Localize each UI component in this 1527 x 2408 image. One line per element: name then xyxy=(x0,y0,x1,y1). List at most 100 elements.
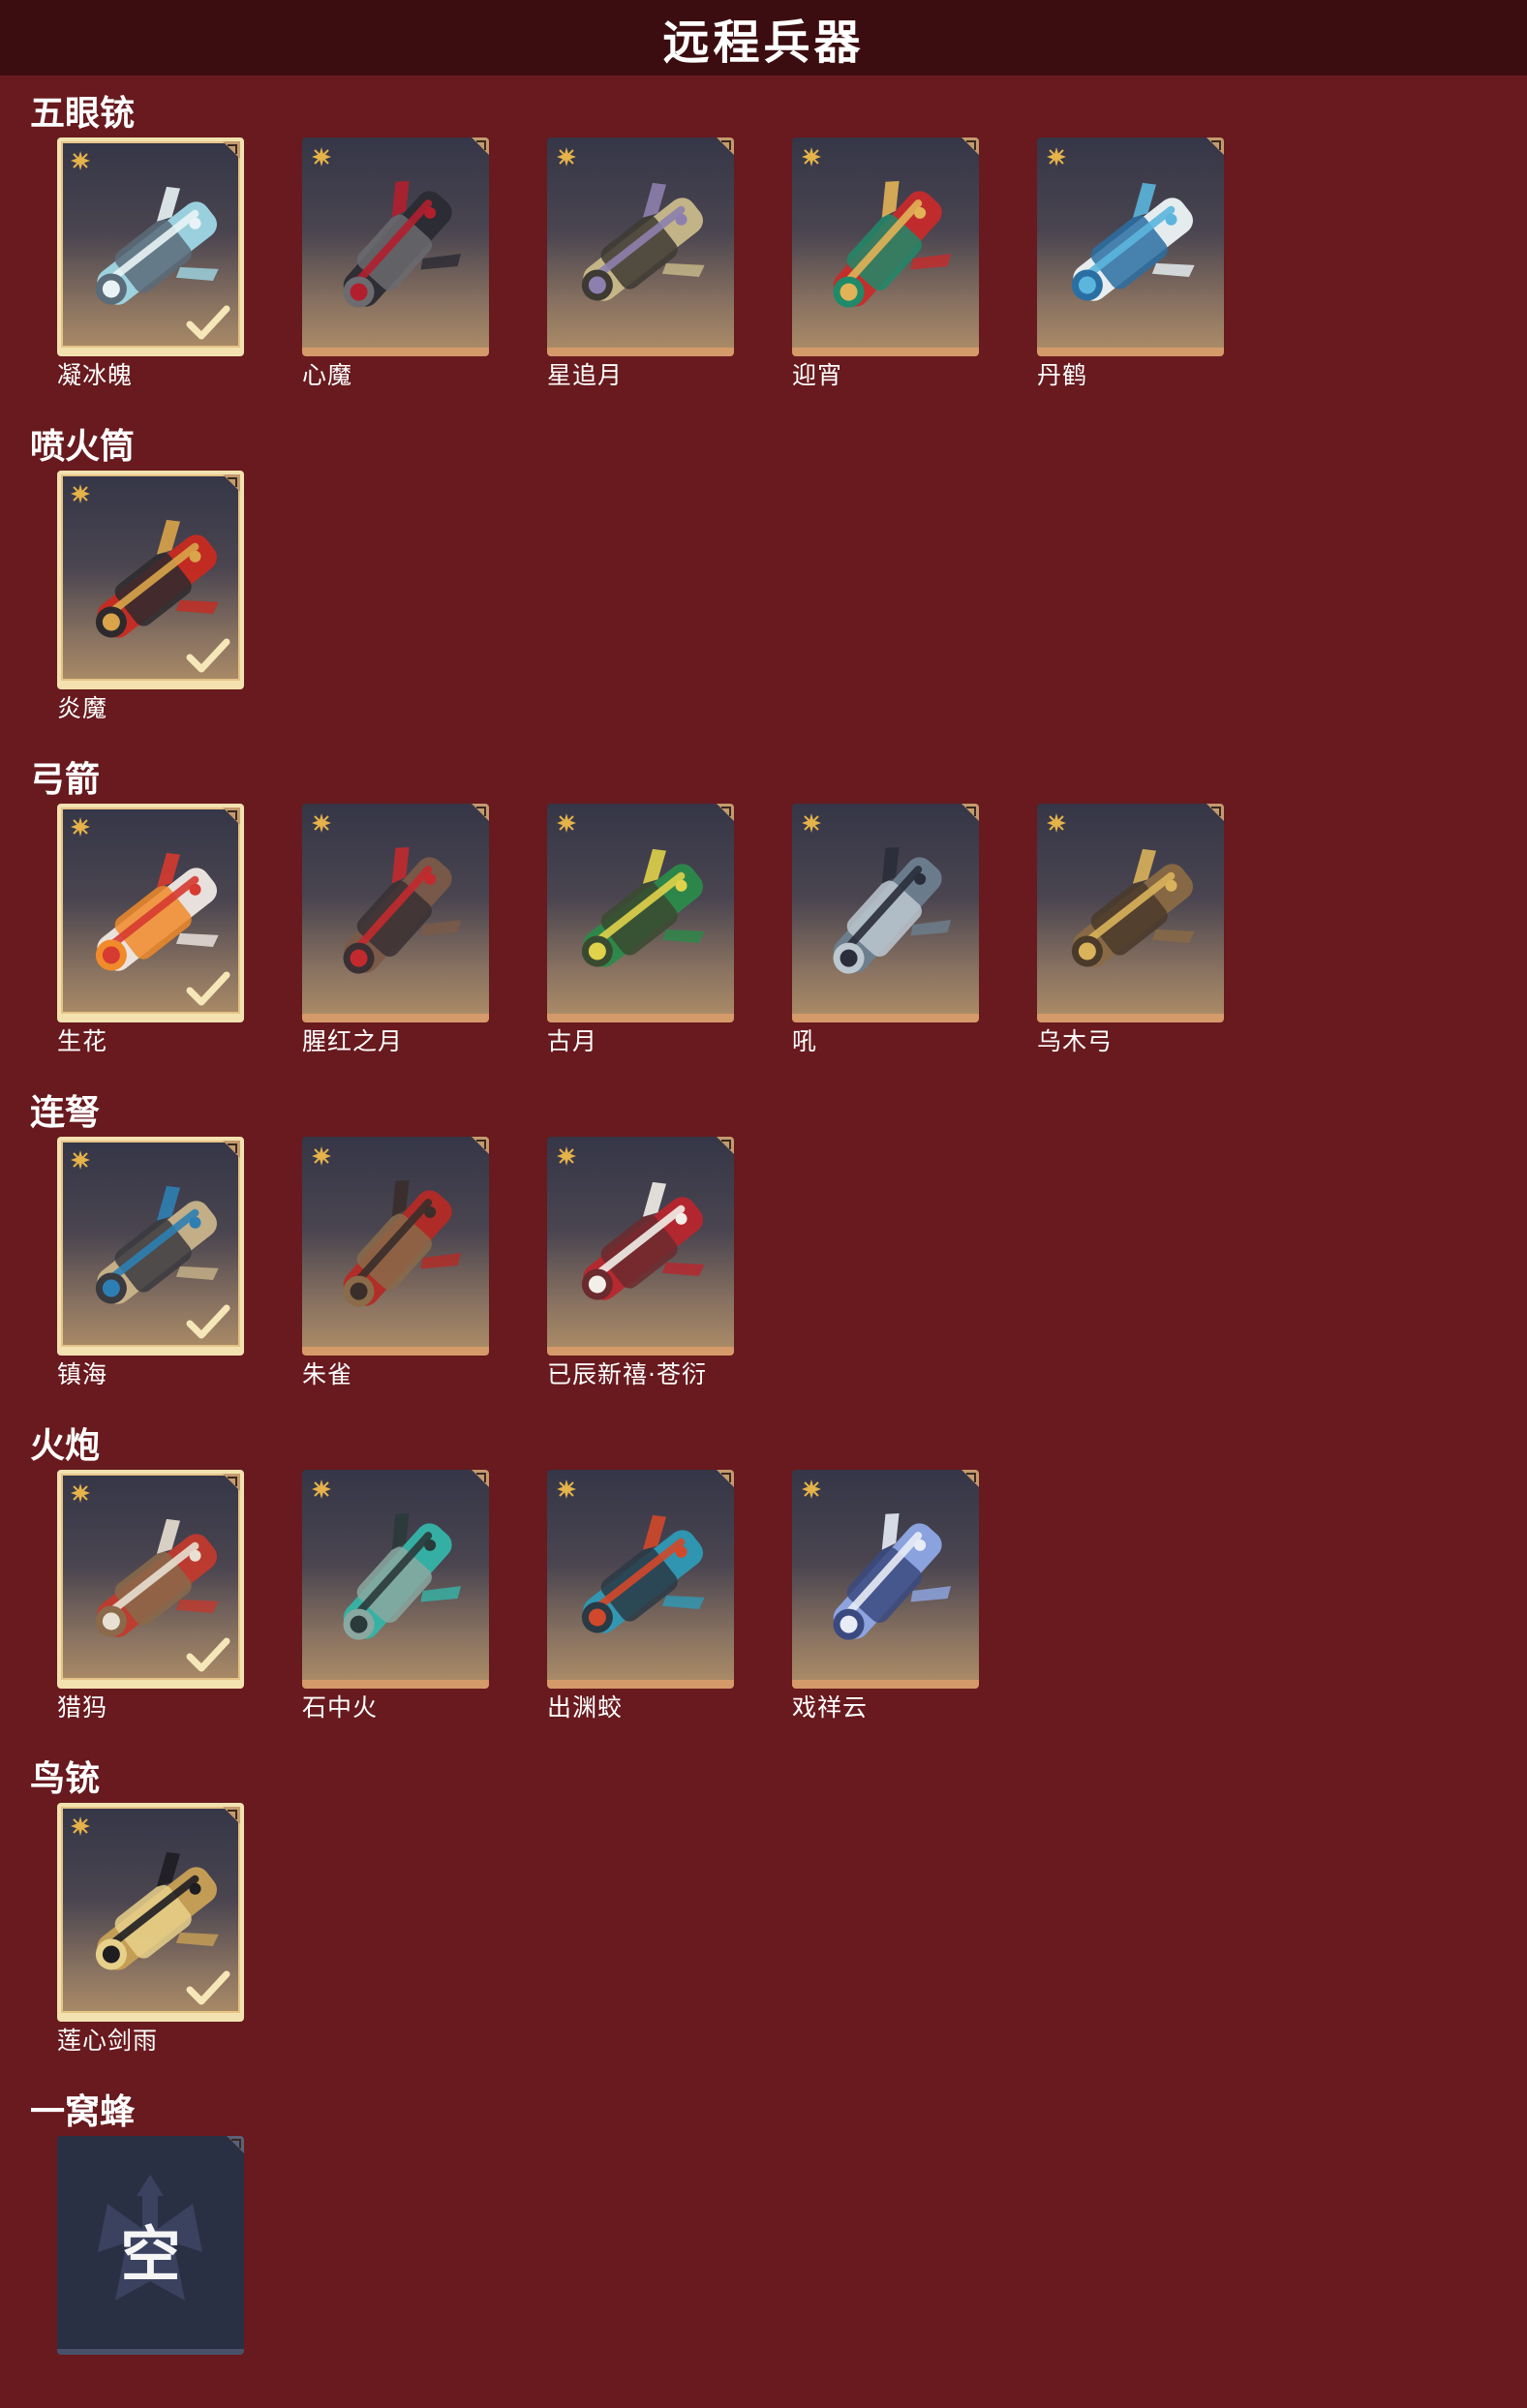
weapon-card[interactable]: 已辰新禧·苍衍 xyxy=(547,1137,734,1388)
weapon-name: 已辰新禧·苍衍 xyxy=(547,1360,707,1388)
weapon-tile xyxy=(302,1470,489,1689)
weapon-card[interactable]: 生花 xyxy=(57,804,244,1055)
weapon-name: 吼 xyxy=(792,1027,818,1055)
rarity-star-icon xyxy=(312,1479,331,1499)
weapon-tile xyxy=(792,1470,979,1689)
weapon-tile xyxy=(792,804,979,1022)
weapon-tile xyxy=(57,471,244,689)
weapon-tile xyxy=(302,137,489,356)
weapon-category-section: 火炮猎犸 石中火 出渊蛟 戏祥云 xyxy=(0,1414,1527,1733)
weapon-art xyxy=(833,847,952,974)
equipped-check-icon xyxy=(186,638,230,673)
weapon-card[interactable]: 炎魔 xyxy=(57,471,244,722)
weapon-name: 炎魔 xyxy=(57,694,108,722)
corner-arrow-icon xyxy=(721,1140,731,1149)
crimson-bow-icon xyxy=(343,847,462,974)
corner-arrow-icon xyxy=(228,477,237,487)
weapon-name: 星追月 xyxy=(547,361,624,389)
star-cannon-icon xyxy=(581,182,705,301)
rarity-star-icon xyxy=(557,1146,576,1166)
weapon-card[interactable]: 星追月 xyxy=(547,137,734,389)
category-title: 火炮 xyxy=(30,1426,101,1466)
equipped-check-icon xyxy=(186,1637,230,1672)
weapon-card[interactable]: 莲心剑雨 xyxy=(57,1803,244,2055)
corner-arrow-icon xyxy=(476,1473,486,1482)
category-title: 鸟铳 xyxy=(30,1759,101,1799)
weapon-card[interactable]: 凝冰魄 xyxy=(57,137,244,389)
rarity-star-icon xyxy=(312,1146,331,1166)
rarity-star-icon xyxy=(557,147,576,167)
weapon-card[interactable]: 戏祥云 xyxy=(792,1470,979,1722)
weapon-card[interactable]: 迎宵 xyxy=(792,137,979,389)
rarity-star-icon xyxy=(557,1479,576,1499)
weapon-card[interactable]: 腥红之月 xyxy=(302,804,489,1055)
vermilion-crossbow-icon xyxy=(343,1180,462,1307)
weapon-card[interactable]: 镇海 xyxy=(57,1137,244,1388)
ancient-bow-icon xyxy=(581,848,705,967)
lion-cannon-icon xyxy=(833,181,952,308)
ebony-bow-icon xyxy=(1071,848,1195,967)
weapon-card[interactable]: 出渊蛟 xyxy=(547,1470,734,1722)
weapon-name: 镇海 xyxy=(57,1360,108,1388)
corner-arrow-icon xyxy=(966,1473,976,1482)
corner-arrow-icon xyxy=(228,810,237,820)
weapon-card[interactable]: 丹鹤 xyxy=(1037,137,1224,389)
page-title: 远程兵器 xyxy=(662,15,865,70)
weapon-card[interactable]: 吼 xyxy=(792,804,979,1055)
rarity-star-icon xyxy=(71,1816,90,1836)
rarity-star-icon xyxy=(802,147,821,167)
weapon-name: 猎犸 xyxy=(57,1693,108,1722)
weapon-name: 乌木弓 xyxy=(1037,1027,1114,1055)
weapon-category-section: 鸟铳 莲心剑雨 xyxy=(0,1747,1527,2066)
weapon-tile xyxy=(57,137,244,356)
category-title: 一窝蜂 xyxy=(30,2092,136,2132)
weapon-tile xyxy=(57,804,244,1022)
corner-arrow-icon xyxy=(1211,807,1221,816)
corner-arrow-icon xyxy=(476,140,486,150)
weapon-tile xyxy=(57,1803,244,2022)
equipped-check-icon xyxy=(186,305,230,340)
weapon-card[interactable]: 石中火 xyxy=(302,1470,489,1722)
empty-weapon-slot[interactable]: 空 xyxy=(57,2136,244,2355)
weapon-card[interactable]: 乌木弓 xyxy=(1037,804,1224,1055)
weapon-tile xyxy=(547,1137,734,1356)
category-title: 连弩 xyxy=(30,1093,101,1133)
weapon-name: 古月 xyxy=(547,1027,598,1055)
weapon-tile xyxy=(1037,804,1224,1022)
weapon-name: 石中火 xyxy=(302,1693,379,1722)
weapon-card[interactable]: 猎犸 xyxy=(57,1470,244,1722)
corner-arrow-icon xyxy=(721,1473,731,1482)
equipped-check-icon xyxy=(186,1970,230,2005)
weapon-name: 心魔 xyxy=(302,361,353,389)
rarity-star-icon xyxy=(71,484,90,503)
weapon-name: 出渊蛟 xyxy=(547,1693,624,1722)
weapon-art xyxy=(343,181,462,308)
weapon-name: 凝冰魄 xyxy=(57,361,134,389)
corner-arrow-icon xyxy=(966,807,976,816)
weapon-card[interactable]: 心魔 xyxy=(302,137,489,389)
rarity-star-icon xyxy=(71,1150,90,1170)
weapon-tile xyxy=(302,804,489,1022)
weapon-tile xyxy=(1037,137,1224,356)
weapon-card[interactable]: 朱雀 xyxy=(302,1137,489,1388)
weapon-tile xyxy=(547,1470,734,1689)
rarity-star-icon xyxy=(312,147,331,167)
weapon-name: 迎宵 xyxy=(792,361,843,389)
stone-fire-cannon-icon xyxy=(343,1513,462,1640)
weapon-art xyxy=(833,181,952,308)
weapon-art xyxy=(833,1513,952,1640)
dragon-crossbow-icon xyxy=(581,1181,705,1300)
rarity-star-icon xyxy=(312,813,331,833)
weapon-category-section: 一窝蜂空 xyxy=(0,2080,1527,2399)
cloud-lance-icon xyxy=(833,1513,952,1640)
corner-arrow-icon xyxy=(231,2139,241,2149)
weapon-art xyxy=(343,1180,462,1307)
header-bar: 远程兵器 xyxy=(0,0,1527,76)
weapon-card[interactable]: 古月 xyxy=(547,804,734,1055)
rarity-star-icon xyxy=(802,1479,821,1499)
weapon-tile: 空 xyxy=(57,2136,244,2355)
weapon-category-section: 弓箭 生花 腥红之月 古月 吼 乌木弓 xyxy=(0,747,1527,1067)
corner-arrow-icon xyxy=(228,1477,237,1486)
rarity-star-icon xyxy=(802,813,821,833)
weapon-art xyxy=(1071,848,1195,967)
